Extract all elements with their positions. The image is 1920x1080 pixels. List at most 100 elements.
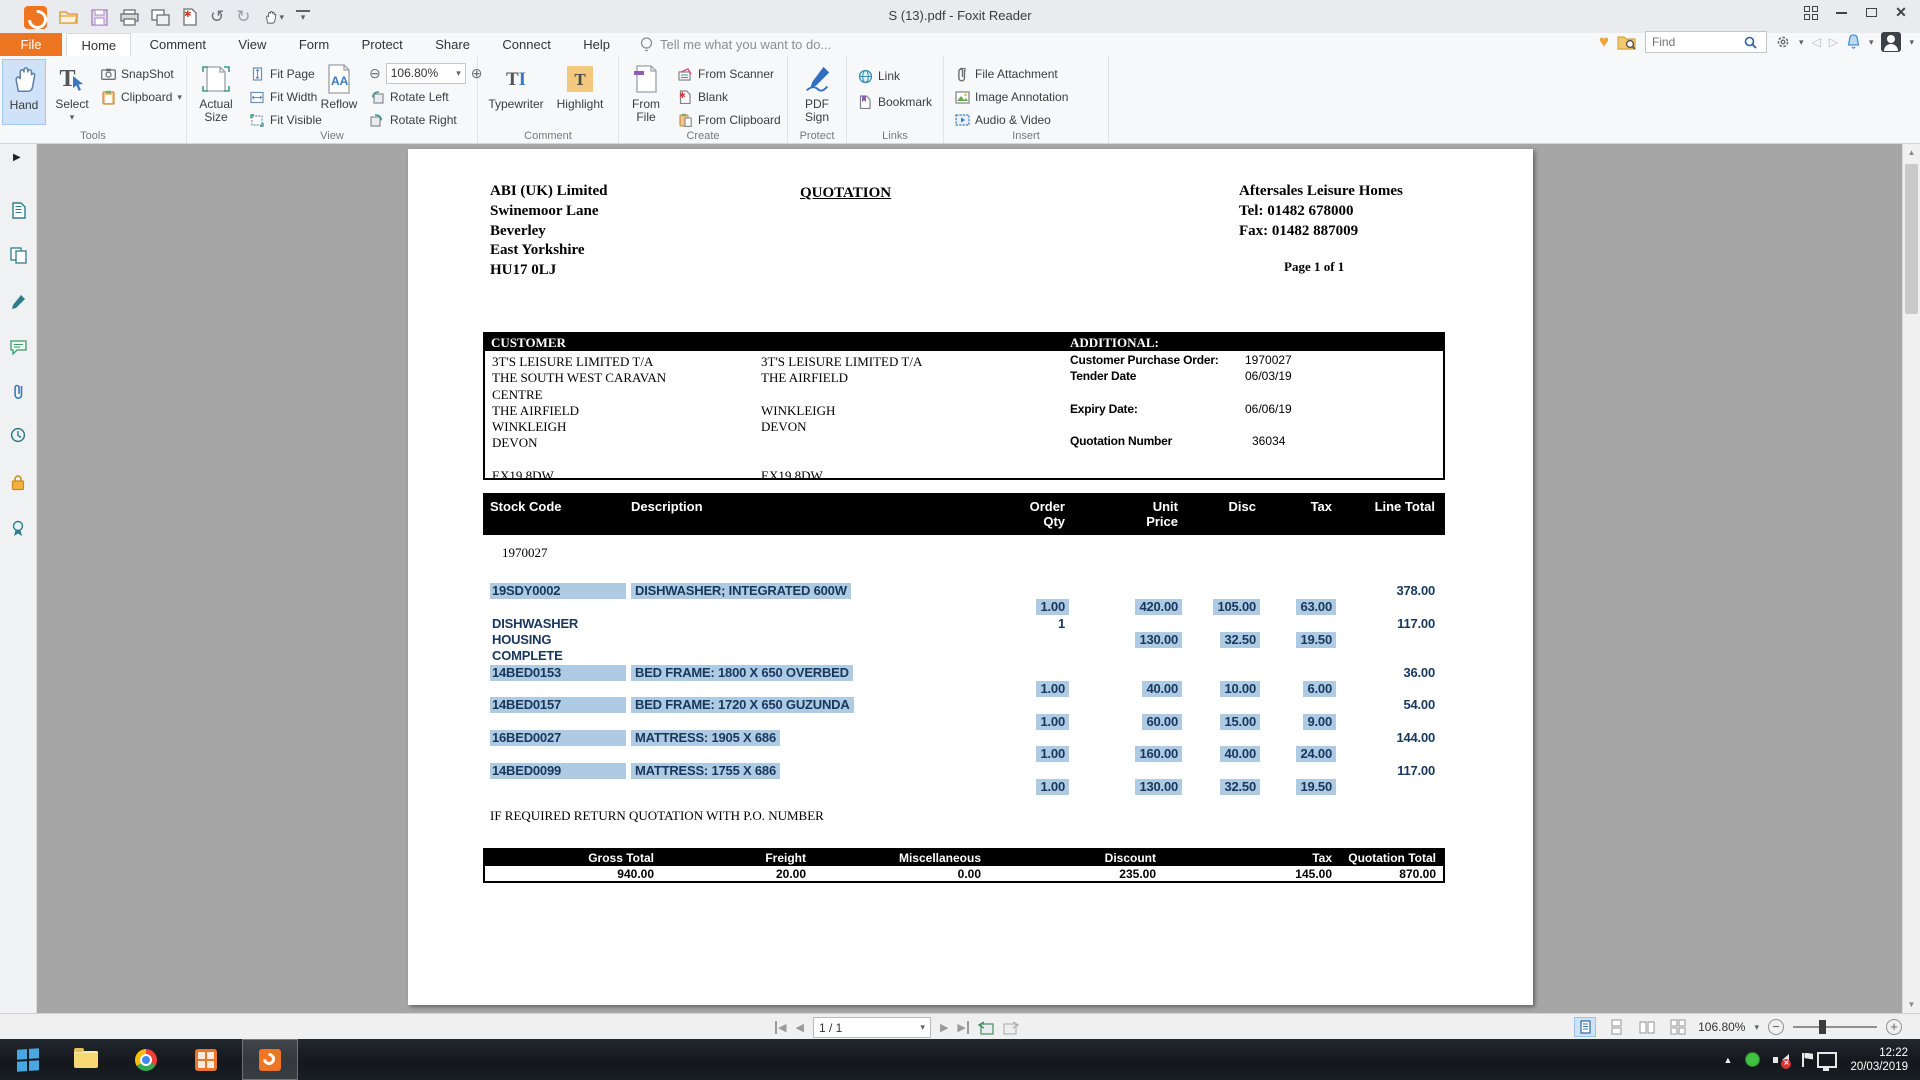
tell-me-search[interactable]: Tell me what you want to do... [640, 33, 831, 56]
highlight-button[interactable]: T Highlight [550, 59, 610, 125]
scroll-up-icon[interactable]: ▲ [1903, 144, 1920, 161]
pages-panel-icon[interactable] [8, 245, 28, 265]
app-taskbar-button[interactable] [178, 1039, 234, 1080]
tab-file[interactable]: File [0, 33, 62, 56]
from-file-icon [634, 62, 658, 96]
file-attachment-button[interactable]: File Attachment [954, 64, 1058, 84]
vertical-scrollbar[interactable]: ▲ ▼ [1902, 144, 1920, 1013]
file-explorer-taskbar-button[interactable] [58, 1039, 114, 1080]
zoom-slider[interactable] [1793, 1026, 1877, 1028]
zoom-slider-thumb[interactable] [1819, 1020, 1826, 1034]
last-page-icon[interactable]: ▶ [957, 1021, 968, 1034]
gear-icon[interactable] [1775, 34, 1791, 50]
previous-view-icon[interactable] [978, 1020, 994, 1036]
continuous-view-icon[interactable] [1605, 1017, 1627, 1037]
tray-expand-icon[interactable]: ▲ [1724, 1055, 1733, 1065]
select-tool-button[interactable]: T Select▾ [48, 59, 96, 125]
ui-options-button[interactable] [1796, 2, 1826, 23]
cell-description: MATTRESS: 1905 X 686 [631, 730, 780, 746]
cell-stock-code: 19SDY0002 [490, 583, 626, 599]
link-button[interactable]: Link [857, 66, 900, 86]
audio-video-button[interactable]: Audio & Video [954, 110, 1051, 130]
bookmark-button[interactable]: Bookmark [857, 92, 932, 112]
from-file-button[interactable]: From File [623, 59, 669, 125]
close-button[interactable]: ✕ [1886, 2, 1916, 23]
history-forward-icon[interactable]: ▷ [1829, 35, 1838, 49]
typewriter-button[interactable]: TI Typewriter [486, 59, 546, 125]
fit-width-button[interactable]: Fit Width [249, 87, 317, 107]
tab-share[interactable]: Share [421, 33, 484, 56]
tab-comment[interactable]: Comment [136, 33, 220, 56]
next-view-icon[interactable] [1003, 1020, 1019, 1036]
pdf-sign-button[interactable]: PDF Sign [792, 59, 842, 125]
signature-pen-panel-icon[interactable] [8, 292, 28, 312]
action-center-flag-icon[interactable] [1802, 1053, 1804, 1067]
search-icon[interactable] [1744, 36, 1757, 49]
heart-icon[interactable]: ♥ [1599, 32, 1609, 52]
first-page-icon[interactable]: ◀ [775, 1021, 786, 1034]
cell-unit-price [1174, 730, 1182, 746]
tab-protect[interactable]: Protect [348, 33, 417, 56]
tab-home[interactable]: Home [66, 33, 131, 56]
single-page-view-icon[interactable] [1574, 1017, 1596, 1037]
taskbar-clock[interactable]: 12:22 20/03/2019 [1850, 1046, 1916, 1074]
status-zoom-value[interactable]: 106.80% [1698, 1020, 1745, 1034]
tab-connect[interactable]: Connect [488, 33, 564, 56]
find-input[interactable] [1650, 34, 1744, 50]
rotate-right-button[interactable]: Rotate Right [369, 110, 457, 130]
panel-expand-icon[interactable]: ▶ [13, 152, 21, 163]
reflow-button[interactable]: AA Reflow [315, 59, 363, 125]
comments-panel-icon[interactable] [8, 337, 28, 357]
zoom-caret-icon[interactable]: ▾ [1754, 1022, 1759, 1033]
user-avatar[interactable] [1881, 32, 1901, 52]
restore-button[interactable] [1856, 2, 1886, 23]
ribbon-zoom-select[interactable]: 106.80%▾ [386, 63, 466, 84]
tab-form[interactable]: Form [285, 33, 343, 56]
page-number-box[interactable]: 1 / 1▾ [813, 1017, 931, 1038]
from-clipboard-button[interactable]: From Clipboard [677, 110, 781, 130]
cell-order-qty [1061, 763, 1069, 779]
network-icon[interactable] [1817, 1052, 1837, 1068]
image-annotation-button[interactable]: Image Annotation [954, 87, 1068, 107]
gear-caret-icon[interactable]: ▾ [1799, 37, 1804, 48]
bookmarks-panel-icon[interactable] [8, 200, 28, 220]
facing-view-icon[interactable] [1636, 1017, 1658, 1037]
hand-tool-button[interactable]: Hand [2, 59, 46, 125]
minimize-button[interactable] [1826, 2, 1856, 23]
zoom-out-icon[interactable]: ⊖ [369, 65, 381, 82]
security-panel-icon[interactable] [8, 472, 28, 492]
chrome-taskbar-button[interactable] [118, 1039, 174, 1080]
search-folder-icon[interactable] [1617, 34, 1637, 51]
actual-size-button[interactable]: Actual Size [191, 59, 241, 125]
blank-button[interactable]: ✱ Blank [677, 87, 728, 107]
previous-page-icon[interactable]: ◀ [795, 1021, 803, 1034]
avatar-caret-icon[interactable]: ▾ [1909, 37, 1914, 48]
bell-caret-icon[interactable]: ▾ [1869, 37, 1874, 48]
rotate-left-button[interactable]: Rotate Left [369, 87, 449, 107]
history-back-icon[interactable]: ◁ [1811, 35, 1820, 49]
from-scanner-button[interactable]: From Scanner [677, 64, 774, 84]
document-view[interactable]: ABI (UK) Limited Swinemoor Lane Beverley… [37, 144, 1901, 1013]
volume-muted-icon[interactable]: ✕ [1773, 1053, 1789, 1067]
fit-page-button[interactable]: Fit Page [249, 64, 315, 84]
foxit-taskbar-button[interactable] [242, 1039, 298, 1080]
scrollbar-thumb[interactable] [1905, 164, 1918, 314]
bell-icon[interactable] [1846, 34, 1861, 50]
tab-help[interactable]: Help [569, 33, 624, 56]
snapshot-button[interactable]: SnapShot [100, 64, 174, 84]
certificates-panel-icon[interactable] [8, 518, 28, 538]
clipboard-button[interactable]: Clipboard▾ [100, 87, 182, 107]
start-button[interactable] [0, 1039, 56, 1080]
tray-status-icon[interactable] [1745, 1052, 1760, 1067]
zoom-out-button[interactable]: − [1768, 1019, 1784, 1035]
zoom-in-button[interactable]: + [1886, 1019, 1902, 1035]
cell-stock-code [490, 681, 626, 697]
stamps-panel-icon[interactable] [8, 425, 28, 445]
addl-label-quote-no: Quotation Number [1070, 434, 1172, 448]
continuous-facing-view-icon[interactable] [1667, 1017, 1689, 1037]
attachments-panel-icon[interactable] [8, 381, 28, 401]
scroll-down-icon[interactable]: ▼ [1903, 996, 1920, 1013]
fit-visible-button[interactable]: Fit Visible [249, 110, 322, 130]
tab-view[interactable]: View [224, 33, 280, 56]
next-page-icon[interactable]: ▶ [940, 1021, 948, 1034]
